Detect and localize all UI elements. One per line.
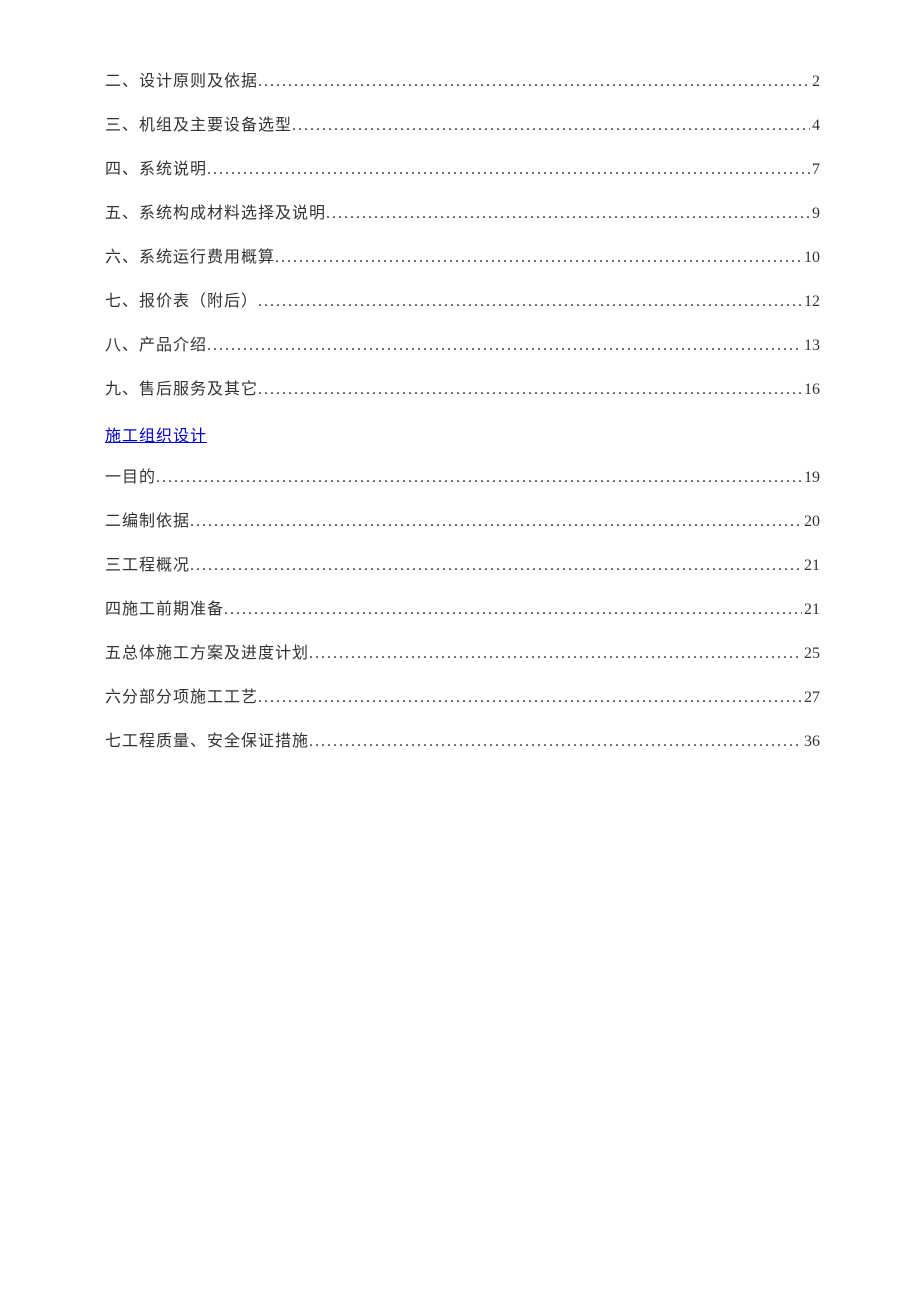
toc-entry: 六、系统运行费用概算 10: [105, 246, 820, 270]
toc-page: 21: [802, 598, 820, 622]
toc-part1: 二、设计原则及依据 2 三、机组及主要设备选型 4 四、系统说明 7 五、系统构…: [105, 70, 820, 402]
toc-dots: [258, 686, 802, 710]
toc-entry: 五、系统构成材料选择及说明 9: [105, 202, 820, 226]
toc-page: 36: [802, 730, 820, 754]
toc-dots: [156, 466, 802, 490]
toc-dots: [292, 114, 810, 138]
toc-entry: 六分部分项施工工艺 27: [105, 686, 820, 710]
toc-title: 八、产品介绍: [105, 334, 207, 358]
toc-entry: 四施工前期准备 21: [105, 598, 820, 622]
toc-dots: [275, 246, 802, 270]
toc-entry: 七、报价表（附后） 12: [105, 290, 820, 314]
toc-title: 四、系统说明: [105, 158, 207, 182]
toc-title: 七工程质量、安全保证措施: [105, 730, 309, 754]
toc-entry: 三工程概况 21: [105, 554, 820, 578]
section-heading-link[interactable]: 施工组织设计: [105, 422, 820, 446]
toc-title: 六、系统运行费用概算: [105, 246, 275, 270]
toc-title: 二编制依据: [105, 510, 190, 534]
toc-page: 27: [802, 686, 820, 710]
toc-title: 六分部分项施工工艺: [105, 686, 258, 710]
toc-title: 四施工前期准备: [105, 598, 224, 622]
toc-entry: 二、设计原则及依据 2: [105, 70, 820, 94]
toc-title: 九、售后服务及其它: [105, 378, 258, 402]
toc-entry: 五总体施工方案及进度计划 25: [105, 642, 820, 666]
toc-title: 一目的: [105, 466, 156, 490]
toc-dots: [190, 554, 802, 578]
toc-page: 12: [802, 290, 820, 314]
toc-dots: [258, 290, 802, 314]
toc-title: 五、系统构成材料选择及说明: [105, 202, 326, 226]
toc-dots: [207, 334, 802, 358]
toc-page: 9: [810, 202, 820, 226]
toc-dots: [224, 598, 802, 622]
toc-page: 21: [802, 554, 820, 578]
toc-title: 五总体施工方案及进度计划: [105, 642, 309, 666]
toc-entry: 二编制依据 20: [105, 510, 820, 534]
toc-page: 7: [810, 158, 820, 182]
toc-entry: 八、产品介绍 13: [105, 334, 820, 358]
toc-entry: 七工程质量、安全保证措施 36: [105, 730, 820, 754]
toc-title: 二、设计原则及依据: [105, 70, 258, 94]
toc-title: 三、机组及主要设备选型: [105, 114, 292, 138]
toc-page: 25: [802, 642, 820, 666]
toc-dots: [258, 70, 810, 94]
toc-entry: 一目的 19: [105, 466, 820, 490]
toc-page: 10: [802, 246, 820, 270]
toc-page: 19: [802, 466, 820, 490]
toc-page: 4: [810, 114, 820, 138]
toc-page: 20: [802, 510, 820, 534]
toc-title: 三工程概况: [105, 554, 190, 578]
toc-page: 2: [810, 70, 820, 94]
toc-dots: [190, 510, 802, 534]
toc-dots: [309, 642, 802, 666]
toc-container: 二、设计原则及依据 2 三、机组及主要设备选型 4 四、系统说明 7 五、系统构…: [105, 70, 820, 754]
toc-entry: 三、机组及主要设备选型 4: [105, 114, 820, 138]
toc-entry: 四、系统说明 7: [105, 158, 820, 182]
toc-title: 七、报价表（附后）: [105, 290, 258, 314]
toc-entry: 九、售后服务及其它 16: [105, 378, 820, 402]
toc-page: 16: [802, 378, 820, 402]
toc-dots: [207, 158, 810, 182]
toc-dots: [326, 202, 810, 226]
toc-dots: [258, 378, 802, 402]
toc-page: 13: [802, 334, 820, 358]
toc-dots: [309, 730, 802, 754]
toc-part2: 一目的 19 二编制依据 20 三工程概况 21 四施工前期准备 21 五总体施…: [105, 466, 820, 754]
section-heading-text: 施工组织设计: [105, 428, 207, 445]
